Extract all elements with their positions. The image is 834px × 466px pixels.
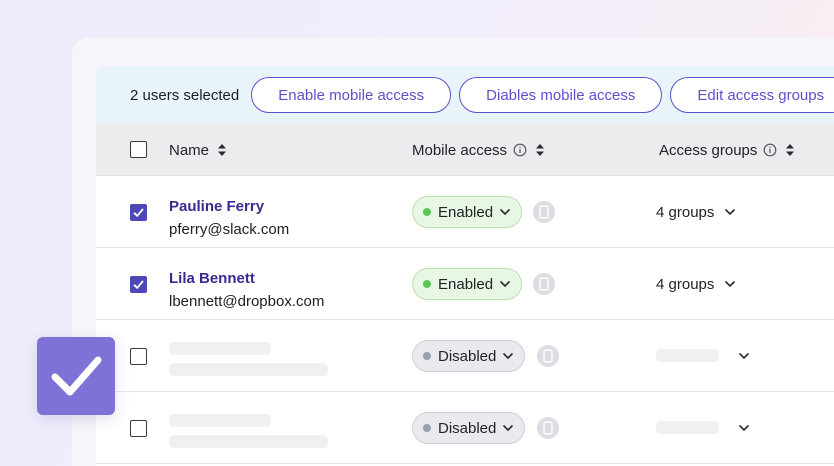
- disable-mobile-access-button[interactable]: Diables mobile access: [459, 77, 663, 113]
- bulk-action-toolbar: 2 users selected Enable mobile access Di…: [96, 66, 834, 124]
- user-email: pferry@slack.com: [169, 221, 290, 238]
- placeholder-groups: [656, 349, 719, 362]
- table-row[interactable]: Lila Bennett lbennett@dropbox.com Enable…: [96, 248, 834, 320]
- status-label: Enabled: [438, 275, 494, 293]
- chevron-down-icon: [499, 208, 511, 216]
- table-row[interactable]: Disabled: [96, 392, 834, 464]
- column-header-access-groups-label: Access groups: [659, 141, 758, 159]
- access-groups-dropdown[interactable]: [728, 392, 750, 464]
- selection-count: 2 users selected: [130, 86, 240, 104]
- column-header-name-label: Name: [169, 141, 210, 159]
- mobile-device-icon: [533, 273, 555, 295]
- mobile-device-icon: [537, 345, 559, 367]
- user-name[interactable]: Lila Bennett: [169, 270, 255, 287]
- user-email: lbennett@dropbox.com: [169, 293, 325, 310]
- check-icon: [37, 337, 115, 415]
- enable-mobile-access-button[interactable]: Enable mobile access: [251, 77, 452, 113]
- mobile-access-status-dropdown[interactable]: Disabled: [412, 340, 526, 372]
- table-header: Name Mobile access Access groups: [96, 124, 834, 176]
- user-name[interactable]: Pauline Ferry: [169, 198, 264, 215]
- placeholder-email: [169, 363, 328, 376]
- status-label: Enabled: [438, 203, 494, 221]
- access-groups-count: 4 groups: [656, 203, 715, 221]
- select-all-checkbox[interactable]: [130, 141, 147, 158]
- placeholder-name: [169, 342, 271, 355]
- mobile-access-status-dropdown[interactable]: Enabled: [412, 268, 523, 300]
- access-groups-count: 4 groups: [656, 275, 715, 293]
- row-checkbox[interactable]: [130, 204, 147, 221]
- mobile-access-status-dropdown[interactable]: Disabled: [412, 412, 526, 444]
- column-header-access-groups[interactable]: Access groups: [659, 124, 795, 176]
- status-dot: [423, 208, 431, 216]
- column-header-name[interactable]: Name: [169, 124, 227, 176]
- status-dot: [423, 352, 431, 360]
- mobile-device-icon: [533, 201, 555, 223]
- table-row[interactable]: Disabled: [96, 320, 834, 392]
- row-checkbox[interactable]: [130, 276, 147, 293]
- chevron-down-icon: [724, 280, 736, 288]
- sort-icon[interactable]: [535, 143, 545, 157]
- chevron-down-icon: [724, 208, 736, 216]
- status-label: Disabled: [438, 419, 497, 437]
- placeholder-email: [169, 435, 328, 448]
- chevron-down-icon: [502, 424, 514, 432]
- users-table: 2 users selected Enable mobile access Di…: [96, 66, 834, 466]
- table-row[interactable]: Pauline Ferry pferry@slack.com Enabled 4…: [96, 176, 834, 248]
- status-label: Disabled: [438, 347, 497, 365]
- placeholder-name: [169, 414, 271, 427]
- edit-access-groups-button[interactable]: Edit access groups: [670, 77, 834, 113]
- column-header-mobile-access[interactable]: Mobile access: [412, 124, 545, 176]
- chevron-down-icon: [738, 424, 750, 432]
- info-icon[interactable]: [513, 143, 527, 157]
- info-icon[interactable]: [763, 143, 777, 157]
- chevron-down-icon: [738, 352, 750, 360]
- chevron-down-icon: [502, 352, 514, 360]
- mobile-device-icon: [537, 417, 559, 439]
- access-groups-dropdown[interactable]: 4 groups: [656, 248, 736, 320]
- status-dot: [423, 280, 431, 288]
- sort-icon[interactable]: [785, 143, 795, 157]
- mobile-access-status-dropdown[interactable]: Enabled: [412, 196, 523, 228]
- column-header-mobile-access-label: Mobile access: [412, 141, 508, 159]
- access-groups-dropdown[interactable]: [728, 320, 750, 392]
- row-checkbox[interactable]: [130, 420, 147, 437]
- row-checkbox[interactable]: [130, 348, 147, 365]
- placeholder-groups: [656, 421, 719, 434]
- sort-icon[interactable]: [217, 143, 227, 157]
- access-groups-dropdown[interactable]: 4 groups: [656, 176, 736, 248]
- chevron-down-icon: [499, 280, 511, 288]
- status-dot: [423, 424, 431, 432]
